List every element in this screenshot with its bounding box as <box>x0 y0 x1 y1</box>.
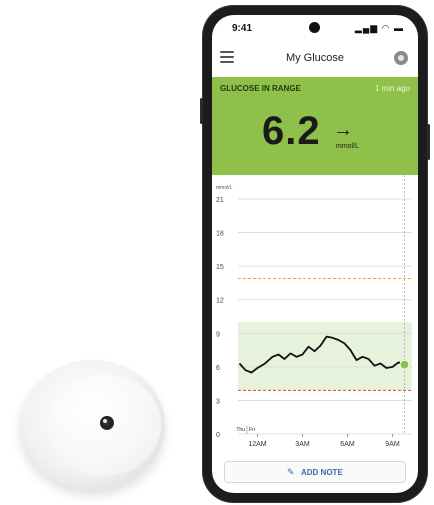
y-tick-label: 15 <box>216 264 224 271</box>
glucose-status-label: GLUCOSE IN RANGE <box>220 84 301 93</box>
page-title: My Glucose <box>285 52 345 64</box>
y-unit-label: mmol/L <box>216 185 233 191</box>
status-bar: 9:41 ▂▄▆ ◠ ▬ <box>212 15 418 41</box>
glucose-chart-svg: 0 3 6 9 12 15 18 21 mmol/L 12AM 3AM 6AM 9AM Thu Fri <box>216 175 412 448</box>
status-icons: ▂▄▆ ◠ ▬ <box>354 23 404 33</box>
glucose-banner: GLUCOSE IN RANGE 1 min ago 6.2 → mmol/L <box>212 77 418 175</box>
sensor-filament <box>100 416 114 430</box>
glucose-unit: mmol/L <box>336 143 359 150</box>
x-tick-label: 9AM <box>385 441 400 448</box>
current-glucose-point <box>399 359 410 370</box>
volume-button <box>200 98 203 124</box>
y-tick-label: 3 <box>216 398 220 405</box>
pencil-icon: ✎ <box>287 467 295 477</box>
y-tick-label: 12 <box>216 298 224 305</box>
y-tick-label: 18 <box>216 231 224 238</box>
day-label: Thu <box>236 427 245 433</box>
x-tick-label: 12AM <box>248 441 266 448</box>
sound-icon[interactable] <box>394 51 408 65</box>
y-tick-label: 6 <box>216 365 220 372</box>
phone: 9:41 ▂▄▆ ◠ ▬ My Glucose GLUCOSE IN RANGE… <box>200 6 430 502</box>
sensor-outer-ring <box>20 360 165 490</box>
add-note-button[interactable]: ✎ ADD NOTE <box>224 461 406 483</box>
target-range-band <box>238 322 412 391</box>
day-label: Fri <box>249 427 255 433</box>
app-bar: My Glucose <box>212 41 418 75</box>
glucose-chart: 0 3 6 9 12 15 18 21 mmol/L 12AM 3AM 6AM 9AM Thu Fri <box>212 175 418 455</box>
x-tick-label: 6AM <box>340 441 355 448</box>
sensor-device <box>8 360 176 500</box>
x-tick-label: 3AM <box>295 441 310 448</box>
add-note-label: ADD NOTE <box>301 468 343 477</box>
glucose-value: 6.2 <box>262 109 321 153</box>
y-tick-label: 21 <box>216 197 224 204</box>
phone-screen: 9:41 ▂▄▆ ◠ ▬ My Glucose GLUCOSE IN RANGE… <box>212 15 418 493</box>
front-camera <box>309 22 320 33</box>
y-tick-label: 9 <box>216 331 220 338</box>
power-button <box>427 124 430 160</box>
last-updated: 1 min ago <box>374 84 410 93</box>
trend-arrow-icon: → <box>333 119 353 141</box>
status-time: 9:41 <box>232 23 253 34</box>
y-tick-label: 0 <box>216 432 220 439</box>
